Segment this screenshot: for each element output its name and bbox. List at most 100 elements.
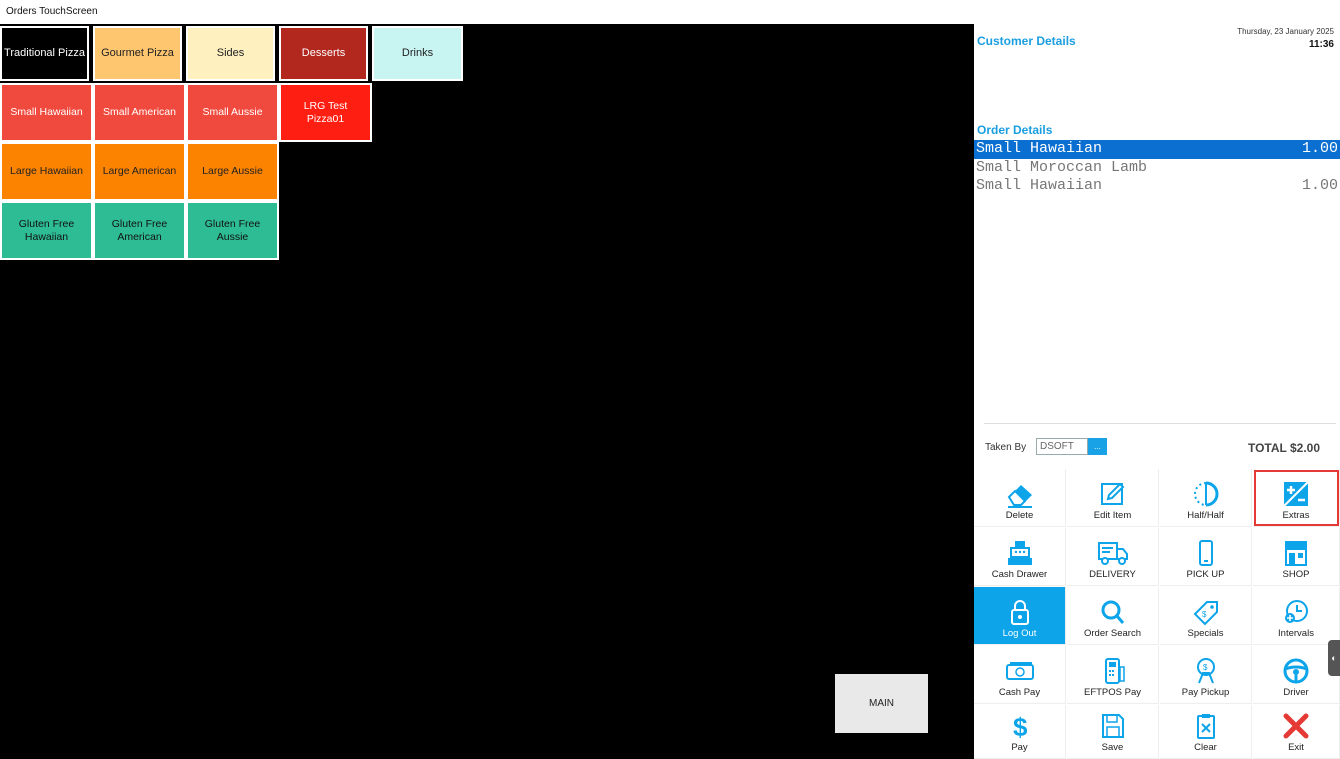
order-total: TOTAL $2.00 — [1247, 441, 1320, 455]
svg-text:$: $ — [1203, 663, 1208, 672]
eftpos-icon — [1104, 658, 1125, 684]
product-lrg-test-pizza01[interactable]: LRG Test Pizza01 — [279, 83, 372, 142]
steering-wheel-icon — [1283, 658, 1309, 684]
product-gluten-free-aussie[interactable]: Gluten Free Aussie — [186, 201, 279, 260]
product-label: Gluten Free American — [111, 217, 168, 243]
eraser-icon — [1007, 485, 1032, 508]
product-large-american[interactable]: Large American — [93, 142, 186, 201]
product-label: Small American — [103, 106, 176, 118]
order-panel: Customer Details Thursday, 23 January 20… — [974, 24, 1340, 759]
order-item-name: Small Hawaiian — [976, 177, 1103, 194]
half-half-label: Half/Half — [1187, 510, 1224, 521]
product-label: Gluten Free Aussie — [204, 217, 261, 243]
taken-by-label: Taken By — [985, 442, 1027, 453]
phone-icon — [1198, 540, 1213, 566]
log-out-button[interactable]: Log Out — [974, 587, 1066, 645]
product-small-aussie[interactable]: Small Aussie — [186, 83, 279, 142]
taken-by-field[interactable] — [1036, 438, 1088, 455]
edit-item-button[interactable]: Edit Item — [1067, 469, 1159, 527]
edit-icon — [1100, 482, 1124, 505]
save-label: Save — [1101, 742, 1124, 753]
product-label: Gluten Free Hawaiian — [18, 217, 75, 243]
clear-button[interactable]: Clear — [1160, 705, 1252, 759]
product-large-aussie[interactable]: Large Aussie — [186, 142, 279, 201]
intervals-label: Intervals — [1278, 628, 1314, 639]
order-item[interactable]: Small Moroccan Lamb — [974, 159, 1340, 178]
product-large-hawaiian[interactable]: Large Hawaiian — [0, 142, 93, 201]
clear-label: Clear — [1194, 742, 1217, 753]
pay-button[interactable]: $ Pay — [974, 705, 1066, 759]
cash-drawer-label: Cash Drawer — [991, 569, 1048, 580]
category-desserts[interactable]: Desserts — [279, 26, 368, 81]
category-gourmet-pizza[interactable]: Gourmet Pizza — [93, 26, 182, 81]
pick-up-label: PICK UP — [1186, 569, 1225, 580]
driver-button[interactable]: Driver — [1253, 646, 1340, 704]
window-title: Orders TouchScreen — [6, 6, 98, 17]
tag-icon: $ — [1193, 601, 1218, 626]
category-traditional-pizza[interactable]: Traditional Pizza — [0, 26, 89, 81]
order-item[interactable]: Small Hawaiian 1.00 — [974, 140, 1340, 159]
order-item-name: Small Hawaiian — [976, 140, 1103, 157]
pay-pickup-icon: $ — [1196, 658, 1215, 684]
save-icon — [1101, 714, 1124, 738]
product-label: Small Aussie — [202, 106, 263, 118]
delete-label: Delete — [1005, 510, 1034, 521]
pick-up-button[interactable]: PICK UP — [1160, 528, 1252, 586]
current-date: Thursday, 23 January 2025 — [1237, 27, 1334, 36]
exit-label: Exit — [1288, 742, 1304, 753]
order-item-name: Small Moroccan Lamb — [976, 158, 1148, 176]
exit-button[interactable]: Exit — [1253, 705, 1340, 759]
window-titlebar: Orders TouchScreen — [0, 0, 1340, 24]
extras-button[interactable]: Extras — [1253, 469, 1340, 527]
main-button[interactable]: MAIN — [835, 674, 928, 733]
svg-text:$: $ — [1202, 610, 1207, 619]
category-label: Traditional Pizza — [4, 47, 85, 59]
specials-label: Specials — [1187, 628, 1224, 639]
save-button[interactable]: Save — [1067, 705, 1159, 759]
specials-button[interactable]: $ Specials — [1160, 587, 1252, 645]
current-time: 11:36 — [1308, 39, 1334, 50]
divider — [984, 423, 1336, 424]
driver-label: Driver — [1283, 687, 1309, 698]
category-sides[interactable]: Sides — [186, 26, 275, 81]
order-details-title: Order Details — [977, 123, 1053, 137]
clock-plus-icon — [1285, 600, 1308, 623]
edit-item-label: Edit Item — [1093, 510, 1132, 521]
product-label: LRG Test Pizza01 — [303, 99, 348, 125]
delete-button[interactable]: Delete — [974, 469, 1066, 527]
shop-label: SHOP — [1282, 569, 1310, 580]
order-item[interactable]: Small Hawaiian 1.00 — [974, 177, 1340, 196]
half-circle-icon — [1193, 481, 1218, 507]
taken-by-dropdown-button[interactable]: ... — [1088, 438, 1107, 455]
svg-text:$: $ — [1013, 712, 1028, 740]
cash-pay-button[interactable]: Cash Pay — [974, 646, 1066, 704]
cash-drawer-button[interactable]: Cash Drawer — [974, 528, 1066, 586]
log-out-label: Log Out — [1002, 628, 1037, 639]
shop-button[interactable]: SHOP — [1253, 528, 1340, 586]
product-area: Traditional Pizza Gourmet Pizza Sides De… — [0, 24, 974, 759]
intervals-button[interactable]: Intervals — [1253, 587, 1340, 645]
eftpos-pay-label: EFTPOS Pay — [1083, 687, 1141, 698]
pay-pickup-button[interactable]: $ Pay Pickup — [1160, 646, 1252, 704]
order-item-qty: 1.00 — [1301, 140, 1338, 157]
product-label: Large Aussie — [202, 165, 263, 177]
customer-details-title: Customer Details — [977, 34, 1076, 48]
lock-icon — [1010, 600, 1029, 625]
order-item-qty: 1.00 — [1301, 177, 1338, 194]
truck-icon — [1097, 542, 1128, 565]
category-drinks[interactable]: Drinks — [372, 26, 463, 81]
half-half-button[interactable]: Half/Half — [1160, 469, 1252, 527]
product-gluten-free-hawaiian[interactable]: Gluten Free Hawaiian — [0, 201, 93, 260]
product-gluten-free-american[interactable]: Gluten Free American — [93, 201, 186, 260]
cash-icon — [1005, 662, 1034, 680]
eftpos-pay-button[interactable]: EFTPOS Pay — [1067, 646, 1159, 704]
order-search-button[interactable]: Order Search — [1067, 587, 1159, 645]
category-label: Drinks — [401, 47, 434, 59]
pay-label: Pay — [1011, 742, 1028, 753]
delivery-button[interactable]: DELIVERY — [1067, 528, 1159, 586]
order-search-label: Order Search — [1083, 628, 1142, 639]
side-panel-tab[interactable]: ◐ — [1328, 640, 1340, 676]
product-small-american[interactable]: Small American — [93, 83, 186, 142]
product-label: Large Hawaiian — [10, 165, 83, 177]
product-small-hawaiian[interactable]: Small Hawaiian — [0, 83, 93, 142]
